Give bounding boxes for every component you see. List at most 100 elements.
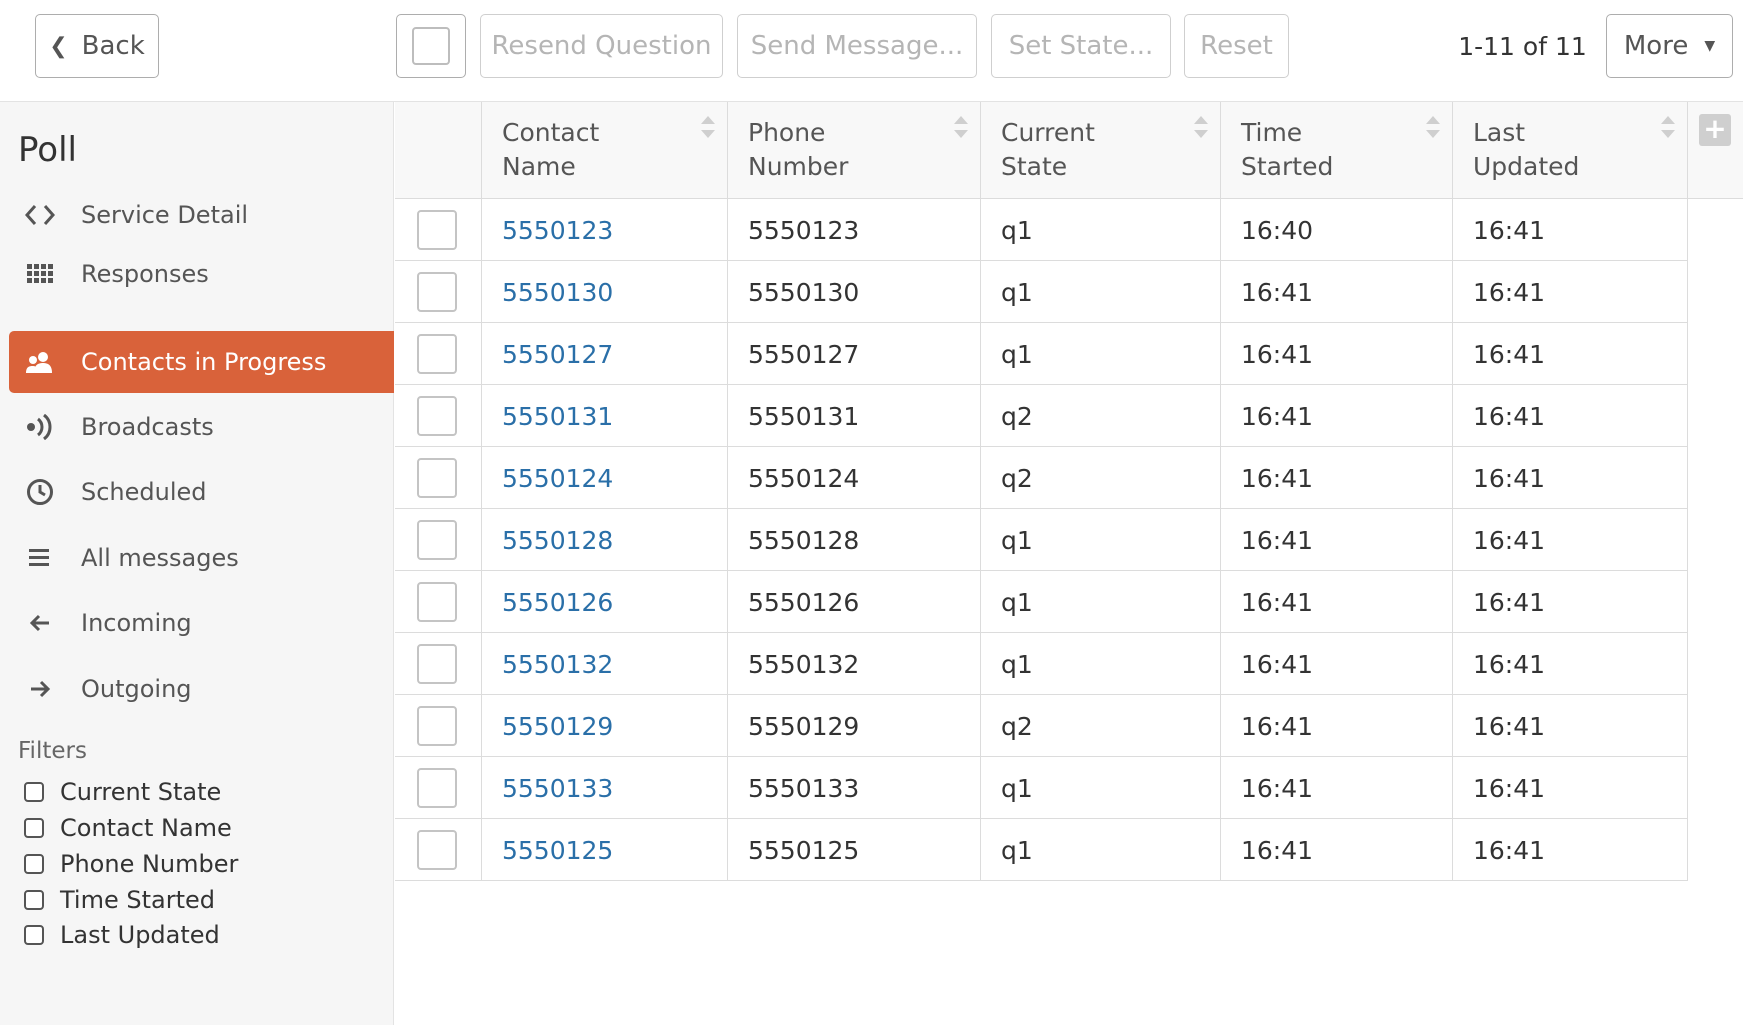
- last-updated-cell: 16:41: [1453, 385, 1688, 447]
- contact-name-link[interactable]: 5550133: [482, 757, 728, 819]
- filter-current-state[interactable]: Current State: [24, 778, 221, 806]
- column-header-last-updated[interactable]: Last Updated: [1453, 102, 1688, 199]
- sidebar-item-label: Broadcasts: [81, 413, 214, 441]
- filter-time-started[interactable]: Time Started: [24, 886, 215, 914]
- column-header-time-started[interactable]: Time Started: [1221, 102, 1453, 199]
- sidebar-item-label: Contacts in Progress: [81, 348, 327, 376]
- phone-number-cell: 5550125: [728, 819, 981, 881]
- select-all-checkbox[interactable]: [396, 14, 466, 78]
- sidebar-item-label: Responses: [81, 260, 209, 288]
- sort-icon[interactable]: [701, 116, 715, 148]
- broadcast-icon: [23, 414, 57, 440]
- current-state-cell: q1: [981, 757, 1221, 819]
- row-checkbox[interactable]: [417, 768, 457, 808]
- sidebar-item-service-detail[interactable]: Service Detail: [9, 184, 394, 246]
- phone-number-cell: 5550126: [728, 571, 981, 633]
- sidebar-item-contacts-in-progress[interactable]: Contacts in Progress: [9, 331, 394, 393]
- table-row[interactable]: 5550130 5550130 q1 16:41 16:41: [395, 261, 1688, 323]
- row-checkbox[interactable]: [417, 830, 457, 870]
- filter-checkbox[interactable]: [24, 818, 44, 838]
- sidebar-item-all-messages[interactable]: All messages: [9, 527, 394, 589]
- contact-name-link[interactable]: 5550127: [482, 323, 728, 385]
- sort-icon[interactable]: [954, 116, 968, 148]
- resend-question-button[interactable]: Resend Question: [480, 14, 723, 78]
- time-started-cell: 16:41: [1221, 447, 1453, 509]
- table-row[interactable]: 5550128 5550128 q1 16:41 16:41: [395, 509, 1688, 571]
- contact-name-link[interactable]: 5550125: [482, 819, 728, 881]
- row-checkbox-cell: [395, 757, 482, 819]
- sidebar-item-outgoing[interactable]: Outgoing: [9, 658, 394, 720]
- column-header-line: Time: [1241, 118, 1303, 147]
- add-column-icon[interactable]: +: [1699, 114, 1731, 146]
- filter-label: Current State: [60, 778, 222, 806]
- row-checkbox[interactable]: [417, 334, 457, 374]
- sort-icon[interactable]: [1194, 116, 1208, 148]
- sidebar-item-scheduled[interactable]: Scheduled: [9, 461, 394, 523]
- time-started-cell: 16:40: [1221, 199, 1453, 261]
- filter-checkbox[interactable]: [24, 890, 44, 910]
- row-checkbox[interactable]: [417, 396, 457, 436]
- column-header-line: Name: [502, 152, 576, 181]
- table-row[interactable]: 5550127 5550127 q1 16:41 16:41: [395, 323, 1688, 385]
- table-row[interactable]: 5550131 5550131 q2 16:41 16:41: [395, 385, 1688, 447]
- filter-checkbox[interactable]: [24, 854, 44, 874]
- column-header-contact-name[interactable]: Contact Name: [482, 102, 728, 199]
- grid-icon: [23, 264, 57, 284]
- sidebar-item-broadcasts[interactable]: Broadcasts: [9, 396, 394, 458]
- last-updated-cell: 16:41: [1453, 447, 1688, 509]
- row-checkbox[interactable]: [417, 458, 457, 498]
- row-checkbox[interactable]: [417, 210, 457, 250]
- current-state-cell: q1: [981, 509, 1221, 571]
- filter-checkbox[interactable]: [24, 925, 44, 945]
- contact-name-link[interactable]: 5550129: [482, 695, 728, 757]
- contact-name-link[interactable]: 5550132: [482, 633, 728, 695]
- contact-name-link[interactable]: 5550131: [482, 385, 728, 447]
- contact-name-link[interactable]: 5550123: [482, 199, 728, 261]
- column-header-phone-number[interactable]: Phone Number: [728, 102, 981, 199]
- reset-button[interactable]: Reset: [1184, 14, 1289, 78]
- table-row[interactable]: 5550125 5550125 q1 16:41 16:41: [395, 819, 1688, 881]
- checkbox-box: [412, 27, 450, 65]
- more-button-label: More: [1623, 31, 1689, 61]
- filter-checkbox[interactable]: [24, 782, 44, 802]
- sort-icon[interactable]: [1661, 116, 1675, 148]
- code-icon: [23, 203, 57, 227]
- table-row[interactable]: 5550129 5550129 q2 16:41 16:41: [395, 695, 1688, 757]
- phone-number-cell: 5550128: [728, 509, 981, 571]
- send-message-button[interactable]: Send Message...: [737, 14, 977, 78]
- more-button[interactable]: More ▼: [1606, 14, 1733, 78]
- table-row[interactable]: 5550132 5550132 q1 16:41 16:41: [395, 633, 1688, 695]
- row-checkbox[interactable]: [417, 520, 457, 560]
- row-checkbox[interactable]: [417, 706, 457, 746]
- row-checkbox-cell: [395, 571, 482, 633]
- filter-label: Time Started: [60, 886, 215, 914]
- table-row[interactable]: 5550124 5550124 q2 16:41 16:41: [395, 447, 1688, 509]
- back-button[interactable]: ❮ Back: [35, 14, 159, 78]
- sidebar-item-responses[interactable]: Responses: [9, 243, 394, 305]
- contact-name-link[interactable]: 5550124: [482, 447, 728, 509]
- row-checkbox[interactable]: [417, 272, 457, 312]
- row-checkbox[interactable]: [417, 644, 457, 684]
- row-checkbox[interactable]: [417, 582, 457, 622]
- filter-contact-name[interactable]: Contact Name: [24, 814, 232, 842]
- sort-icon[interactable]: [1426, 116, 1440, 148]
- table-row[interactable]: 5550126 5550126 q1 16:41 16:41: [395, 571, 1688, 633]
- caret-down-icon: ▼: [1704, 38, 1716, 54]
- filter-phone-number[interactable]: Phone Number: [24, 850, 238, 878]
- time-started-cell: 16:41: [1221, 695, 1453, 757]
- time-started-cell: 16:41: [1221, 571, 1453, 633]
- contact-name-link[interactable]: 5550126: [482, 571, 728, 633]
- set-state-button[interactable]: Set State...: [991, 14, 1171, 78]
- column-header-current-state[interactable]: Current State: [981, 102, 1221, 199]
- time-started-cell: 16:41: [1221, 385, 1453, 447]
- filter-last-updated[interactable]: Last Updated: [24, 921, 220, 949]
- contact-name-link[interactable]: 5550128: [482, 509, 728, 571]
- sidebar-item-incoming[interactable]: Incoming: [9, 592, 394, 654]
- column-header-line: Updated: [1473, 152, 1580, 181]
- phone-number-cell: 5550133: [728, 757, 981, 819]
- row-checkbox-cell: [395, 695, 482, 757]
- contact-name-link[interactable]: 5550130: [482, 261, 728, 323]
- row-checkbox-cell: [395, 819, 482, 881]
- table-row[interactable]: 5550123 5550123 q1 16:40 16:41: [395, 199, 1688, 261]
- table-row[interactable]: 5550133 5550133 q1 16:41 16:41: [395, 757, 1688, 819]
